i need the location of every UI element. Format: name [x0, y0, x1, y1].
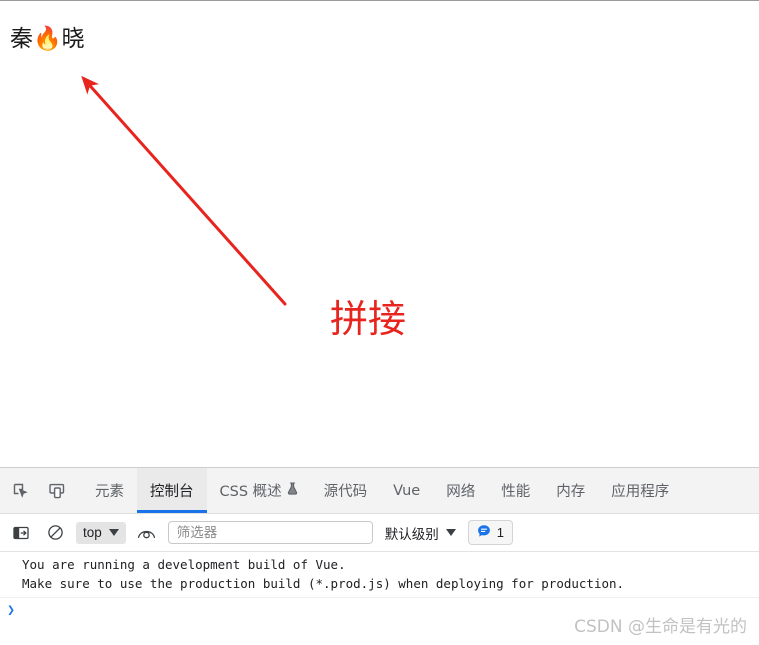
device-toolbar-icon[interactable] [44, 478, 70, 504]
console-context-value: top [83, 525, 102, 540]
devtools-panel: 元素 控制台 CSS 概述 源代码 Vue 网络 性能 内存 应用程序 top … [0, 467, 759, 645]
tab-sources-label: 源代码 [323, 484, 368, 500]
console-message-line: You are running a development build of V… [22, 557, 346, 572]
tab-performance-label: 性能 [501, 484, 531, 500]
page-viewport: 秦🔥晓 拼接 [0, 0, 759, 467]
tab-css-overview-label: CSS 概述 [219, 484, 282, 500]
console-message-count-value: 1 [496, 525, 505, 540]
devtools-tab-list: 元素 控制台 CSS 概述 源代码 Vue 网络 性能 内存 应用程序 [82, 468, 682, 513]
console-message: You are running a development build of V… [0, 552, 759, 598]
tab-memory[interactable]: 内存 [543, 468, 598, 513]
devtools-tool-icons [0, 468, 76, 513]
annotation-arrow [81, 75, 287, 306]
console-sidebar-icon[interactable] [8, 521, 34, 545]
chevron-down-icon [445, 529, 456, 536]
tab-elements-label: 元素 [95, 484, 124, 500]
tab-network-label: 网络 [446, 484, 476, 500]
tab-console-label: 控制台 [150, 484, 194, 500]
inspect-element-icon[interactable] [8, 478, 34, 504]
clear-console-icon[interactable] [42, 521, 68, 545]
chevron-down-icon [108, 529, 119, 536]
console-message-count-badge[interactable]: 1 [467, 520, 514, 545]
tab-network[interactable]: 网络 [433, 468, 488, 513]
tab-performance[interactable]: 性能 [488, 468, 543, 513]
tab-application-label: 应用程序 [611, 484, 670, 500]
tab-console[interactable]: 控制台 [137, 468, 207, 513]
tab-elements[interactable]: 元素 [82, 468, 137, 513]
tab-memory-label: 内存 [556, 484, 586, 500]
prompt-chevron-icon: ❯ [7, 603, 15, 618]
console-context-select[interactable]: top [76, 521, 126, 544]
console-level-select[interactable]: 默认级别 [381, 522, 460, 544]
devtools-tabbar: 元素 控制台 CSS 概述 源代码 Vue 网络 性能 内存 应用程序 [0, 468, 759, 514]
tab-vue[interactable]: Vue [380, 468, 433, 513]
tab-css-overview[interactable]: CSS 概述 [207, 468, 311, 513]
console-prompt-input[interactable] [22, 602, 759, 620]
page-heading: 秦🔥晓 [10, 26, 85, 52]
annotation-label: 拼接 [330, 297, 407, 341]
live-expression-icon[interactable] [134, 521, 160, 545]
console-toolbar: top 默认级别 1 [0, 514, 759, 552]
tab-application[interactable]: 应用程序 [598, 468, 682, 513]
info-bubble-icon [477, 524, 491, 541]
console-filter-input[interactable] [167, 521, 373, 544]
console-message-line: Make sure to use the production build (*… [22, 576, 625, 591]
annotation-layer [81, 75, 287, 306]
tab-vue-label: Vue [393, 482, 421, 499]
console-level-value: 默认级别 [384, 526, 439, 543]
console-output[interactable]: You are running a development build of V… [0, 552, 759, 645]
console-prompt[interactable]: ❯ [0, 598, 759, 624]
tab-sources[interactable]: 源代码 [311, 468, 381, 513]
experiment-flask-icon [287, 482, 298, 499]
